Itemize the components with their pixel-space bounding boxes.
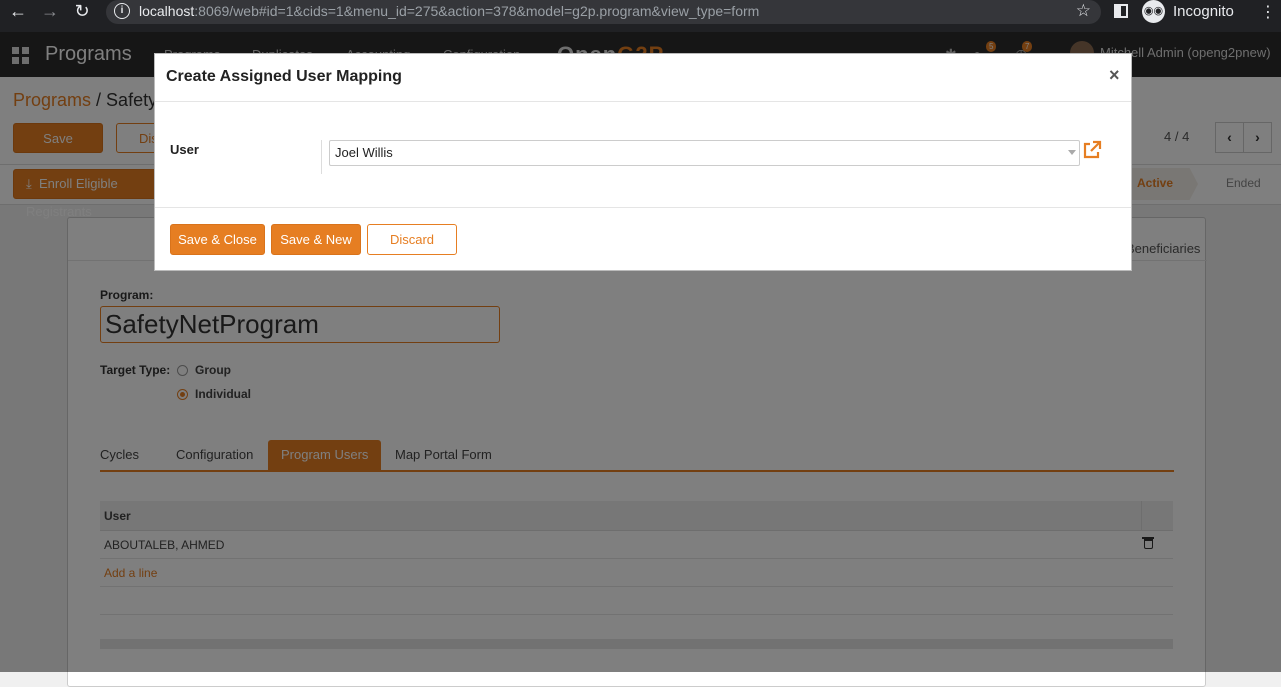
side-panel-icon[interactable] xyxy=(1114,4,1128,18)
modal-footer: Save & Close Save & New Discard xyxy=(155,208,1131,270)
external-link-icon[interactable] xyxy=(1082,140,1102,160)
modal-header: Create Assigned User Mapping × xyxy=(155,54,1131,102)
bookmark-star-icon[interactable]: ☆ xyxy=(1076,1,1091,21)
close-icon[interactable]: × xyxy=(1109,65,1120,86)
reload-icon[interactable]: ↻ xyxy=(70,0,94,24)
modal-discard-button[interactable]: Discard xyxy=(367,224,457,255)
chevron-down-icon[interactable] xyxy=(1068,150,1076,155)
save-close-button[interactable]: Save & Close xyxy=(170,224,265,255)
incognito-label[interactable]: Incognito xyxy=(1173,3,1234,20)
assigned-user-mapping-dialog: Create Assigned User Mapping × User Joel… xyxy=(154,53,1132,271)
user-field-label: User xyxy=(170,142,199,157)
user-select-input[interactable]: Joel Willis xyxy=(329,140,1080,166)
url-text[interactable]: localhost:8069/web#id=1&cids=1&menu_id=2… xyxy=(139,3,759,19)
back-arrow-icon[interactable]: ← xyxy=(6,0,30,24)
address-bar[interactable]: i localhost:8069/web#id=1&cids=1&menu_id… xyxy=(106,0,1101,24)
label-divider xyxy=(321,140,322,174)
forward-arrow-icon[interactable]: → xyxy=(38,0,62,24)
incognito-icon[interactable]: ◉◉ xyxy=(1142,0,1165,23)
site-info-icon[interactable]: i xyxy=(114,3,130,19)
modal-body: User Joel Willis xyxy=(155,102,1131,208)
save-new-button[interactable]: Save & New xyxy=(271,224,361,255)
browser-toolbar: ← → ↻ i localhost:8069/web#id=1&cids=1&m… xyxy=(0,0,1281,32)
browser-menu-icon[interactable]: ⋮ xyxy=(1260,2,1276,22)
modal-title: Create Assigned User Mapping xyxy=(166,68,402,85)
